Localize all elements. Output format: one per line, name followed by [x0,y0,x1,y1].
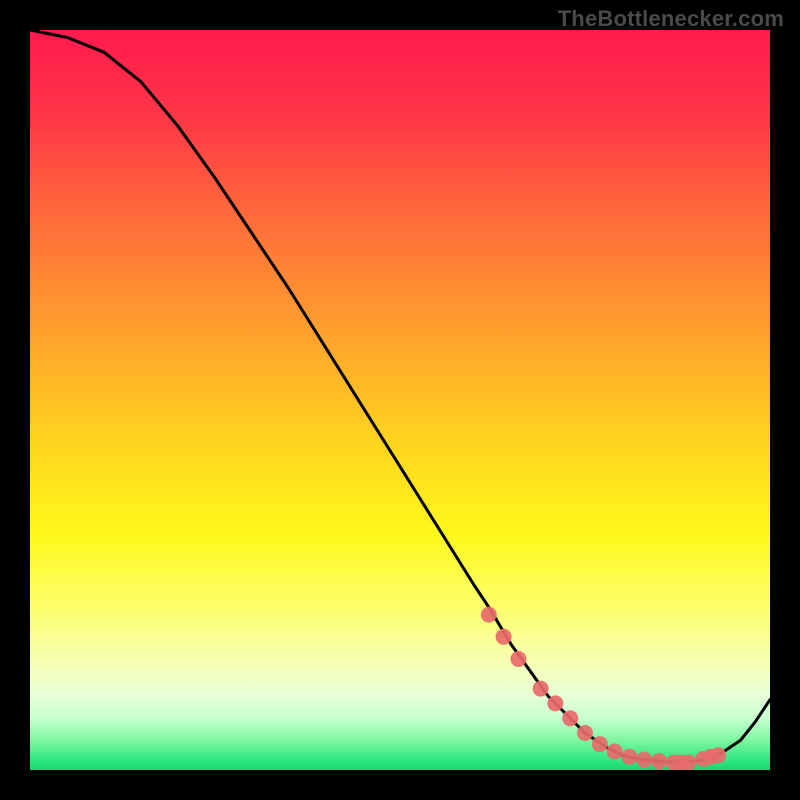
marker-dot [636,752,652,768]
marker-dot [496,629,512,645]
chart-background [30,30,770,770]
chart-plot-area [30,30,770,770]
marker-dot [510,651,526,667]
marker-dot [533,681,549,697]
marker-dot [621,749,637,765]
watermark-text: TheBottlenecker.com [558,6,784,32]
marker-dot [710,747,726,763]
marker-dot [607,744,623,760]
marker-dot [681,755,697,770]
chart-frame: TheBottlenecker.com [0,0,800,800]
marker-dot [562,710,578,726]
marker-dot [577,725,593,741]
marker-dot [547,695,563,711]
chart-svg [30,30,770,770]
marker-dot [481,607,497,623]
marker-dot [592,736,608,752]
marker-dot [651,753,667,769]
